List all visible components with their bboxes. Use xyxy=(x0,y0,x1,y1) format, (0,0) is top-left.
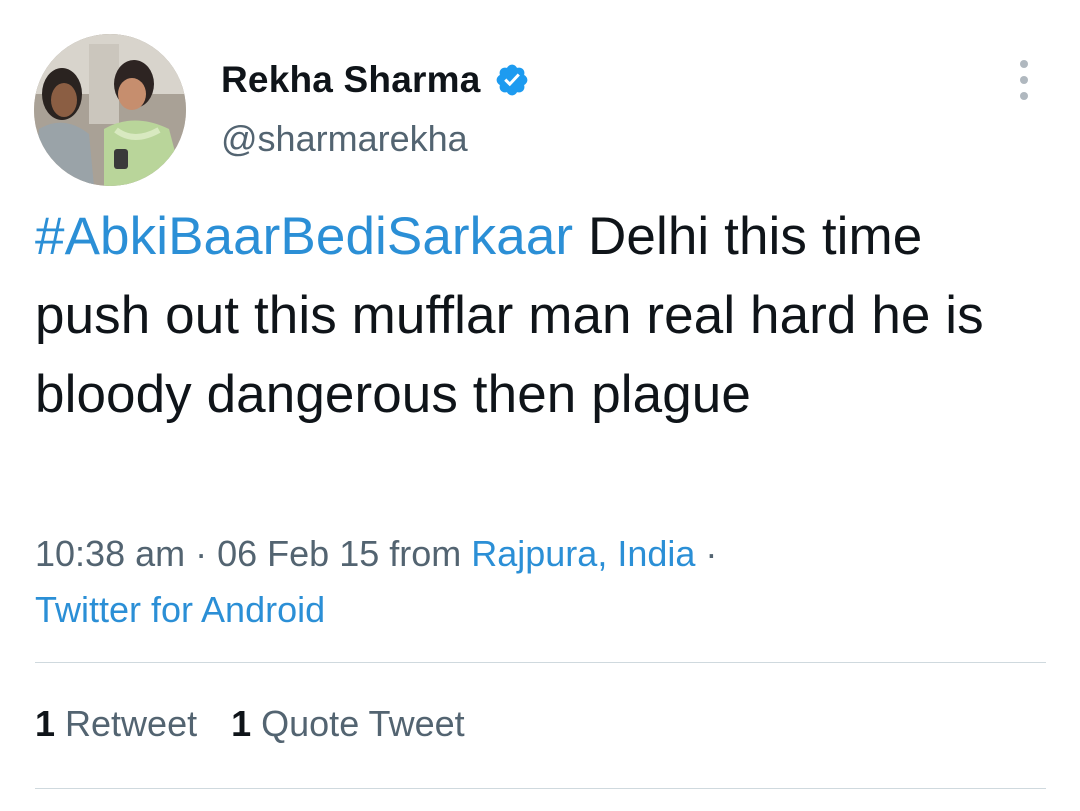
tweet-stats: 1 Retweet 1 Quote Tweet xyxy=(35,703,499,745)
divider xyxy=(35,662,1046,663)
more-dot xyxy=(1020,76,1028,84)
quote-tweets-stat[interactable]: 1 Quote Tweet xyxy=(231,703,465,745)
more-dot xyxy=(1020,60,1028,68)
hashtag-link[interactable]: #AbkiBaarBediSarkaar xyxy=(35,207,573,266)
tweet-meta: 10:38 am · 06 Feb 15 from Rajpura, India… xyxy=(35,526,1045,638)
verified-badge-icon xyxy=(494,62,530,98)
more-dot xyxy=(1020,92,1028,100)
profile-photo xyxy=(34,34,186,186)
avatar[interactable] xyxy=(34,34,186,186)
author-name-row[interactable]: Rekha Sharma xyxy=(221,58,530,102)
location-link[interactable]: Rajpura, India xyxy=(471,533,695,574)
author-display-name[interactable]: Rekha Sharma xyxy=(221,59,480,101)
tweet-time[interactable]: 10:38 am xyxy=(35,533,185,574)
author-handle[interactable]: @sharmarekha xyxy=(221,118,468,160)
quote-tweets-count: 1 xyxy=(231,703,252,744)
meta-separator: · xyxy=(695,533,718,574)
retweets-count: 1 xyxy=(35,703,56,744)
quote-tweets-label: Quote Tweet xyxy=(261,703,465,744)
retweets-label: Retweet xyxy=(65,703,198,744)
source-link[interactable]: Twitter for Android xyxy=(35,589,325,630)
meta-separator: · xyxy=(185,533,218,574)
retweets-stat[interactable]: 1 Retweet xyxy=(35,703,197,745)
more-options-icon[interactable] xyxy=(1010,60,1038,100)
divider xyxy=(35,788,1046,789)
from-label: from xyxy=(379,533,472,574)
tweet-date[interactable]: 06 Feb 15 xyxy=(217,533,379,574)
tweet-text: #AbkiBaarBediSarkaar Delhi this time pus… xyxy=(35,197,1025,434)
